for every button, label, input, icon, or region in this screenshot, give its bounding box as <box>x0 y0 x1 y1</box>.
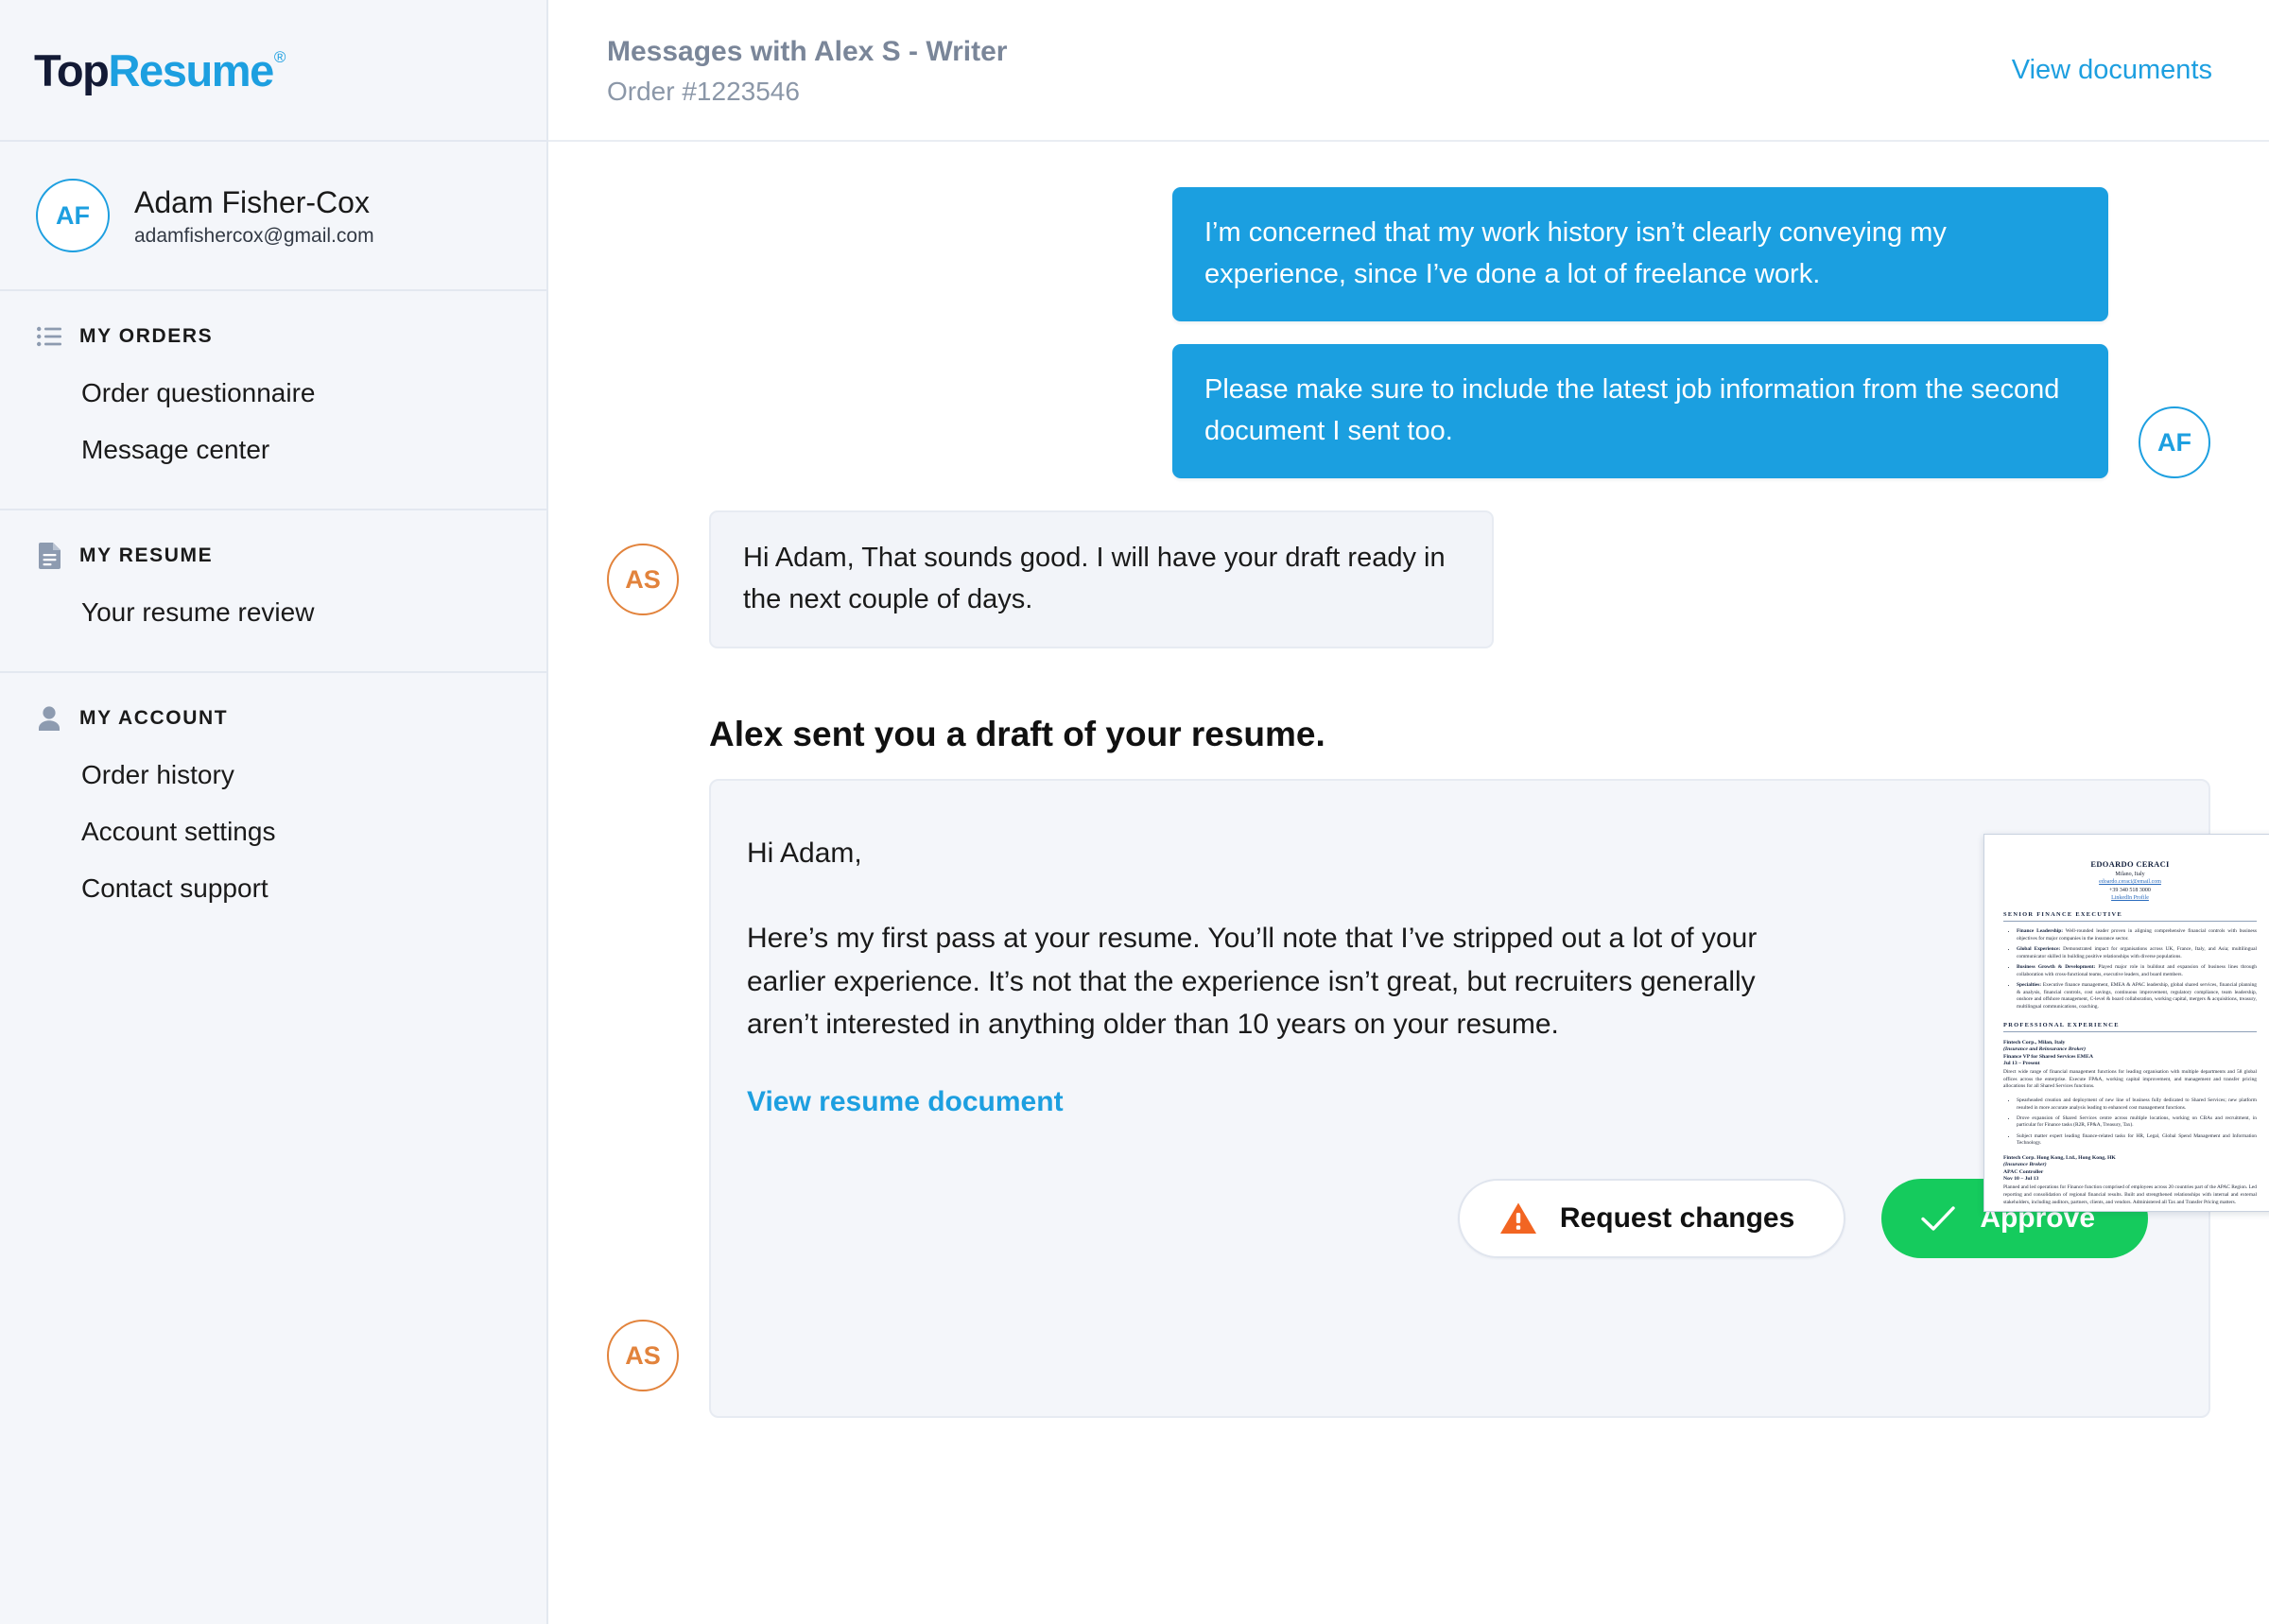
draft-greeting: Hi Adam, <box>747 838 862 870</box>
resume-linkedin-link: LinkedIn Profile <box>2111 895 2149 902</box>
user-meta: Adam Fisher-Cox adamfishercox@gmail.com <box>134 183 374 248</box>
user-name: Adam Fisher-Cox <box>134 185 370 219</box>
user-email: adamfishercox@gmail.com <box>134 225 374 247</box>
sidebar-section-my-account: MY ACCOUNT Order history Account setting… <box>0 673 546 947</box>
resume-email: edoardo.ceraci@email.com <box>2099 879 2161 886</box>
message-thread: I’m concerned that my work history isn’t… <box>548 142 2269 1419</box>
warning-triangle-icon <box>1499 1201 1537 1235</box>
message-bubble-outgoing: I’m concerned that my work history isn’t… <box>1172 187 2108 322</box>
sidebar-section-my-resume: MY RESUME Your resume review <box>0 510 546 673</box>
view-resume-document-link[interactable]: View resume document <box>747 1086 1064 1118</box>
page-title: Messages with Alex S - Writer <box>607 36 1008 68</box>
person-icon <box>36 705 62 732</box>
resume-jobs: Fintech Corp., Milan, Italy (Insurance an… <box>2003 1039 2257 1212</box>
registered-trademark-icon: ® <box>273 47 286 66</box>
sidebar-item-your-resume-review[interactable]: Your resume review <box>0 584 546 641</box>
resume-job-summary: Planned and led operations for Finance f… <box>2003 1184 2257 1205</box>
message-row: I’m concerned that my work history isn’t… <box>607 187 2210 322</box>
sidebar-section-label: MY ACCOUNT <box>79 707 229 729</box>
resume-job-title: APAC Controller <box>2003 1168 2044 1175</box>
sidebar-section-my-orders: MY ORDERS Order questionnaire Message ce… <box>0 291 546 510</box>
view-documents-link[interactable]: View documents <box>2012 55 2212 86</box>
resume-bullet: Finance Leadership: Well-rounded leader … <box>2017 928 2257 942</box>
message-row: AS Hi Adam, That sounds good. I will hav… <box>607 510 2210 649</box>
resume-job-bullets: Spearheaded creation and deployment of n… <box>2017 1097 2257 1148</box>
sidebar-item-contact-support[interactable]: Contact support <box>0 860 546 917</box>
resume-job-summary: Direct wide range of financial managemen… <box>2003 1069 2257 1090</box>
main-panel: Messages with Alex S - Writer Order #122… <box>548 0 2269 1624</box>
sidebar-section-label: MY ORDERS <box>79 325 214 347</box>
avatar: AS <box>607 544 679 616</box>
resume-job-title: Finance VP for Shared Services EMEA <box>2003 1053 2093 1060</box>
resume-bullet: Spearheaded creation and deployment of n… <box>2017 1097 2257 1112</box>
list-icon <box>36 323 62 350</box>
resume-bullet: Business Growth & Development: Played ma… <box>2017 964 2257 978</box>
sidebar-user-block: AF Adam Fisher-Cox adamfishercox@gmail.c… <box>0 142 546 291</box>
draft-actions: Request changes Approve <box>747 1178 2159 1258</box>
message-bubble-outgoing: Please make sure to include the latest j… <box>1172 344 2108 479</box>
resume-bullet: Drove expansion of Shared Services centr… <box>2017 1115 2257 1130</box>
sidebar-item-order-history[interactable]: Order history <box>0 747 546 803</box>
sidebar: TopResume® AF Adam Fisher-Cox adamfisher… <box>0 0 548 1624</box>
resume-job-descriptor: (Insurance Broker) <box>2003 1162 2047 1168</box>
resume-section-title: PROFESSIONAL EXPERIENCE <box>2003 1022 2257 1032</box>
message-bubble-incoming: Hi Adam, That sounds good. I will have y… <box>709 510 1494 649</box>
sidebar-item-order-questionnaire[interactable]: Order questionnaire <box>0 365 546 422</box>
resume-preview-thumbnail[interactable]: EDOARDO CERACI Milano, Italy edoardo.cer… <box>1983 834 2269 1213</box>
resume-bullet: Specialties: Executive finance managemen… <box>2017 982 2257 1011</box>
avatar: AS <box>607 1320 679 1392</box>
sidebar-section-header: MY ACCOUNT <box>0 705 546 732</box>
order-number: Order #1223546 <box>607 76 800 106</box>
resume-job-company: Fintech Corp. Hong Kong, Ltd., Hong Kong… <box>2003 1154 2116 1161</box>
logo-top-text: Top <box>34 44 110 95</box>
sidebar-section-label: MY RESUME <box>79 544 214 566</box>
resume-location: Milano, Italy <box>2115 871 2145 877</box>
draft-card-wrap: AS Hi Adam, Here’s my first pass at your… <box>607 779 2269 1419</box>
resume-summary-bullets: Finance Leadership: Well-rounded leader … <box>2017 928 2257 1011</box>
page-header: Messages with Alex S - Writer Order #122… <box>548 0 2269 142</box>
draft-card: Hi Adam, Here’s my first pass at your re… <box>709 779 2269 1419</box>
resume-bullet: Subject matter expert leading finance-re… <box>2017 1133 2257 1148</box>
document-icon <box>36 543 62 569</box>
request-changes-label: Request changes <box>1559 1201 1795 1234</box>
check-icon <box>1921 1205 1956 1232</box>
resume-bullet: Global Experience: Demonstrated impact f… <box>2017 946 2257 960</box>
resume-section-title: SENIOR FINANCE EXECUTIVE <box>2003 911 2257 923</box>
draft-paragraph: Here’s my first pass at your resume. You… <box>747 923 1758 1041</box>
sidebar-item-account-settings[interactable]: Account settings <box>0 803 546 860</box>
resume-job-dates: Jul 13 – Present <box>2003 1061 2040 1067</box>
header-titles: Messages with Alex S - Writer Order #122… <box>607 33 1007 107</box>
request-changes-button[interactable]: Request changes <box>1457 1178 1846 1258</box>
avatar: AF <box>2139 406 2210 479</box>
logo-resume-text: Resume <box>108 44 274 95</box>
brand-logo-block: TopResume® <box>0 0 546 142</box>
resume-candidate-name: EDOARDO CERACI <box>2090 859 2170 870</box>
resume-job-company: Fintech Corp., Milan, Italy <box>2003 1039 2066 1045</box>
topresume-logo[interactable]: TopResume® <box>34 44 286 96</box>
draft-heading: Alex sent you a draft of your resume. <box>709 715 1325 754</box>
avatar: AF <box>36 179 110 252</box>
sidebar-section-header: MY ORDERS <box>0 323 546 350</box>
resume-job-descriptor: (Insurance and Reinsurance Broker) <box>2003 1046 2087 1053</box>
resume-phone: +39 340 518 3000 <box>2109 887 2151 893</box>
draft-body: Hi Adam, Here’s my first pass at your re… <box>747 832 1806 1045</box>
sidebar-item-message-center[interactable]: Message center <box>0 422 546 478</box>
sidebar-section-header: MY RESUME <box>0 543 546 569</box>
resume-job-dates: Nov 10 – Jul 13 <box>2003 1176 2039 1183</box>
app-root: TopResume® AF Adam Fisher-Cox adamfisher… <box>0 0 2269 1624</box>
message-row: Please make sure to include the latest j… <box>607 344 2210 479</box>
